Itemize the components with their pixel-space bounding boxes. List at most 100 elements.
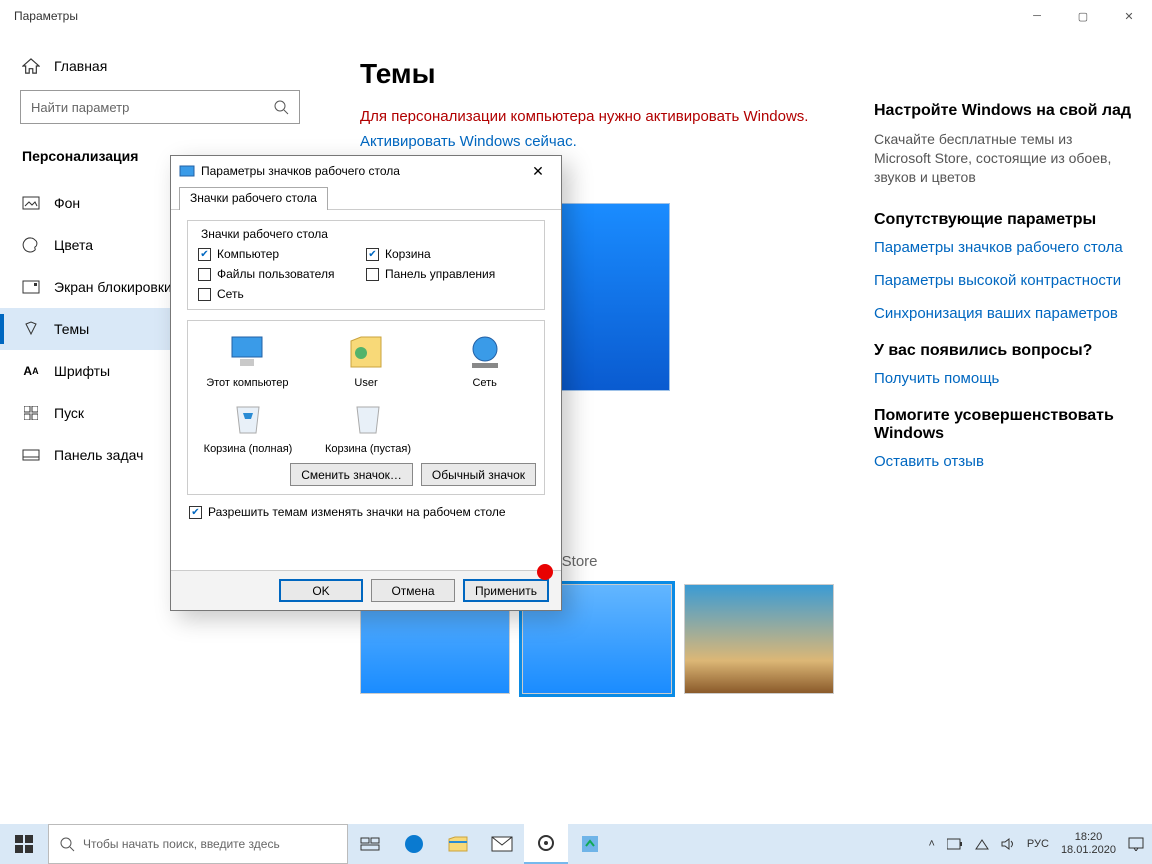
dialog-close-button[interactable]: ✕ [523,163,553,180]
sync-settings-link[interactable]: Синхронизация ваших параметров [874,305,1132,322]
themes-icon [22,320,40,338]
close-button[interactable]: ✕ [1106,0,1152,32]
highlight-marker [537,564,553,580]
maximize-button[interactable]: ▢ [1060,0,1106,32]
rp-heading: Сопутствующие параметры [874,211,1132,229]
window-title: Параметры [14,9,78,23]
battery-icon[interactable] [947,838,963,850]
high-contrast-link[interactable]: Параметры высокой контрастности [874,272,1132,289]
sidebar-item-label: Темы [54,321,89,337]
desktop-icons-link[interactable]: Параметры значков рабочего стола [874,239,1132,256]
icon-label: Сеть [472,377,496,389]
icon-label: Корзина (пустая) [325,443,411,455]
icon-preview-box: Этот компьютер User Сеть Корзина (полная… [187,320,545,495]
tabstrip: Значки рабочего стола [171,186,561,210]
checkbox-allow-themes[interactable]: ✔Разрешить темам изменять значки на рабо… [189,505,543,519]
fonts-icon: AA [22,362,40,380]
checkbox-control-panel[interactable]: Панель управления [366,267,534,281]
change-icon-button[interactable]: Сменить значок… [290,463,413,486]
theme-tile[interactable] [684,584,834,694]
folder-icon [447,835,469,853]
notifications-icon[interactable] [1128,837,1144,851]
checkbox-network[interactable]: Сеть [198,287,366,301]
search-icon [273,99,289,115]
checkbox-label: Корзина [385,247,431,261]
rp-heading: Помогите усовершенствовать Windows [874,407,1132,443]
checkbox-label: Компьютер [217,247,279,261]
tab-desktop-icons[interactable]: Значки рабочего стола [179,187,328,210]
rp-heading: Настройте Windows на свой лад [874,102,1132,120]
volume-icon[interactable] [1001,838,1015,850]
language-indicator[interactable]: РУС [1027,838,1049,850]
icon-network[interactable]: Сеть [433,331,536,389]
sidebar-item-label: Пуск [54,405,84,421]
icon-recycle-empty[interactable]: Корзина (пустая) [316,397,420,455]
page-title: Темы [360,58,834,90]
palette-icon [22,236,40,254]
sidebar-item-label: Панель задач [54,447,143,463]
icon-label: User [354,377,377,389]
network-icon[interactable] [975,838,989,850]
lockscreen-icon [22,278,40,296]
time: 18:20 [1061,831,1116,844]
feedback-link[interactable]: Оставить отзыв [874,453,1132,470]
rp-heading: У вас появились вопросы? [874,342,1132,360]
search-placeholder: Найти параметр [31,100,129,115]
explorer-button[interactable] [436,824,480,864]
home-label: Главная [54,58,107,74]
dialog-icon [179,163,195,179]
taskbar-search[interactable]: Чтобы начать поиск, введите здесь [48,824,348,864]
taskbar-icon [22,446,40,464]
minimize-button[interactable]: ─ [1014,0,1060,32]
clock[interactable]: 18:2018.01.2020 [1061,831,1116,857]
search-icon [59,836,75,852]
checkbox-user-files[interactable]: Файлы пользователя [198,267,366,281]
tray-chevron-icon[interactable]: ˄ [928,838,934,850]
edge-icon [403,833,425,855]
group-label: Значки рабочего стола [198,227,331,241]
settings-button[interactable] [524,824,568,864]
ok-button[interactable]: OK [279,579,363,602]
desktop-icons-group: Значки рабочего стола ✔Компьютер ✔Корзин… [187,220,545,310]
taskbar: Чтобы начать поиск, введите здесь ˄ РУС … [0,824,1152,864]
rp-text: Скачайте бесплатные темы из Microsoft St… [874,130,1132,187]
app-icon [580,834,600,854]
checkbox-label: Панель управления [385,267,495,281]
dialog-title: Параметры значков рабочего стола [201,164,400,178]
checkbox-recycle-bin[interactable]: ✔Корзина [366,247,534,261]
edge-button[interactable] [392,824,436,864]
date: 18.01.2020 [1061,844,1116,857]
activate-link[interactable]: Активировать Windows сейчас. [360,133,834,150]
checkbox-label: Сеть [217,287,244,301]
app-button[interactable] [568,824,612,864]
start-icon [22,404,40,422]
checkbox-computer[interactable]: ✔Компьютер [198,247,366,261]
task-view-icon [360,836,380,852]
task-view-button[interactable] [348,824,392,864]
activation-warning: Для персонализации компьютера нужно акти… [360,108,834,125]
taskbar-search-placeholder: Чтобы начать поиск, введите здесь [83,837,280,851]
titlebar: Параметры ─ ▢ ✕ [0,0,1152,32]
sidebar-item-label: Шрифты [54,363,110,379]
windows-icon [15,835,33,853]
icon-user[interactable]: User [315,331,418,389]
apply-button[interactable]: Применить [463,579,549,602]
cancel-button[interactable]: Отмена [371,579,455,602]
icon-recycle-full[interactable]: Корзина (полная) [196,397,300,455]
checkbox-label: Файлы пользователя [217,267,334,281]
start-button[interactable] [0,824,48,864]
search-input[interactable]: Найти параметр [20,90,300,124]
icon-label: Корзина (полная) [204,443,293,455]
dialog-footer: OK Отмена Применить [171,570,561,610]
home-link[interactable]: Главная [0,52,320,90]
caption-buttons: ─ ▢ ✕ [1014,0,1152,32]
sidebar-item-label: Цвета [54,237,93,253]
get-help-link[interactable]: Получить помощь [874,370,1132,387]
mail-button[interactable] [480,824,524,864]
default-icon-button[interactable]: Обычный значок [421,463,536,486]
home-icon [22,58,40,74]
sidebar-item-label: Фон [54,195,80,211]
checkbox-label: Разрешить темам изменять значки на рабоч… [208,505,506,519]
icon-this-pc[interactable]: Этот компьютер [196,331,299,389]
icon-label: Этот компьютер [206,377,288,389]
